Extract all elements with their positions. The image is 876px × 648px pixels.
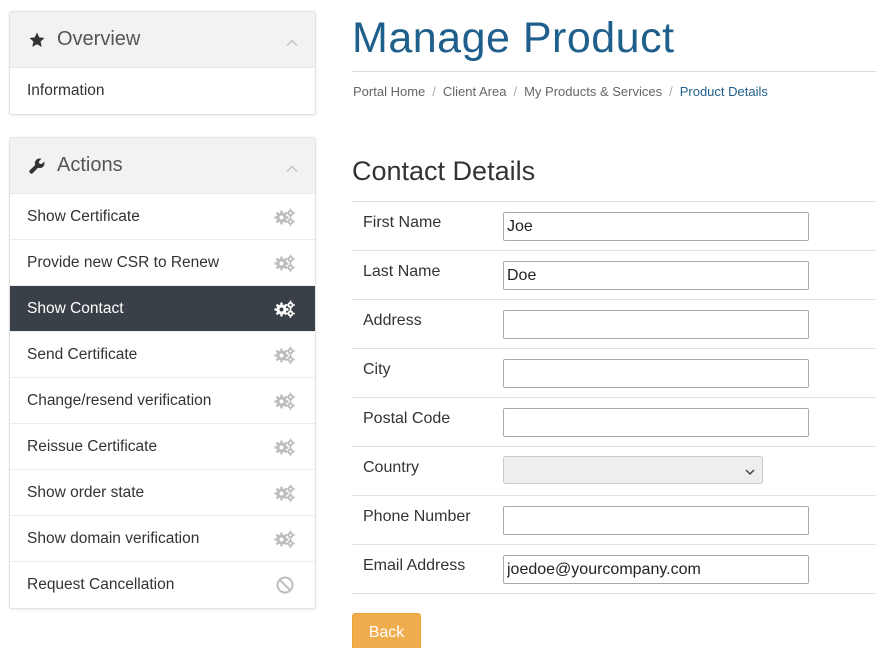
- sidebar-item-send-certificate[interactable]: Send Certificate: [10, 332, 315, 378]
- sidebar-item-label: Show order state: [27, 483, 145, 501]
- breadcrumb-separator: /: [669, 84, 673, 99]
- city-field[interactable]: [503, 359, 809, 388]
- contact-form: First Name Last Name Address City Postal…: [352, 201, 876, 594]
- sidebar-item-label: Information: [27, 82, 105, 99]
- overview-panel-title: Overview: [57, 28, 141, 50]
- phone-number-label: Phone Number: [363, 508, 471, 525]
- sidebar-item-label: Provide new CSR to Renew: [27, 253, 220, 271]
- last-name-field[interactable]: [503, 261, 809, 290]
- breadcrumb: Portal Home / Client Area / My Products & Se…: [353, 84, 768, 99]
- form-row-postal-code: Postal Code: [352, 398, 876, 447]
- ban-icon: [274, 574, 296, 596]
- gears-icon: [274, 528, 296, 550]
- actions-panel: Actions Show Certificate Provide new CSR…: [9, 137, 316, 609]
- breadcrumb-separator: /: [513, 84, 518, 99]
- gears-icon: [274, 252, 296, 274]
- chevron-up-icon[interactable]: [285, 159, 299, 173]
- sidebar-item-label: Reissue Certificate: [27, 437, 158, 455]
- actions-panel-title: Actions: [57, 154, 123, 176]
- sidebar-item-show-order-state[interactable]: Show order state: [10, 470, 315, 516]
- address-label: Address: [363, 312, 422, 329]
- form-row-first-name: First Name: [352, 202, 876, 251]
- gears-icon: [274, 436, 296, 458]
- star-icon: [27, 30, 47, 50]
- breadcrumb-client-area[interactable]: Client Area: [443, 84, 507, 99]
- last-name-label: Last Name: [363, 263, 441, 280]
- sidebar-item-label: Show Certificate: [27, 207, 140, 225]
- sidebar-item-label: Show domain verification: [27, 529, 200, 547]
- sidebar-item-label: Show Contact: [27, 299, 124, 317]
- postal-code-field[interactable]: [503, 408, 809, 437]
- form-row-city: City: [352, 349, 876, 398]
- sidebar-item-label: Send Certificate: [27, 345, 138, 363]
- form-row-address: Address: [352, 300, 876, 349]
- sidebar-item-provide-new-csr[interactable]: Provide new CSR to Renew: [10, 240, 315, 286]
- sidebar-item-request-cancellation[interactable]: Request Cancellation: [10, 562, 315, 608]
- sidebar-item-show-domain-verification[interactable]: Show domain verification: [10, 516, 315, 562]
- country-label: Country: [363, 459, 420, 476]
- chevron-down-icon: [744, 465, 756, 477]
- sidebar-item-label: Change/resend verification: [27, 391, 212, 409]
- gears-icon: [274, 298, 296, 320]
- title-divider: [352, 71, 876, 72]
- breadcrumb-separator: /: [432, 84, 436, 99]
- chevron-up-icon[interactable]: [285, 33, 299, 47]
- sidebar-item-show-certificate[interactable]: Show Certificate: [10, 194, 315, 240]
- gears-icon: [274, 482, 296, 504]
- city-label: City: [363, 361, 391, 378]
- back-button[interactable]: Back: [352, 613, 421, 648]
- breadcrumb-current: Product Details: [679, 84, 768, 99]
- first-name-label: First Name: [363, 214, 442, 231]
- overview-panel-header[interactable]: Overview: [10, 12, 315, 68]
- gears-icon: [274, 390, 296, 412]
- sidebar-item-label: Request Cancellation: [27, 576, 175, 593]
- actions-panel-header[interactable]: Actions: [10, 138, 315, 194]
- country-select[interactable]: [503, 456, 763, 484]
- breadcrumb-portal-home[interactable]: Portal Home: [353, 84, 425, 99]
- email-address-field[interactable]: [503, 555, 809, 584]
- sidebar-item-show-contact[interactable]: Show Contact: [10, 286, 315, 332]
- postal-code-label: Postal Code: [363, 410, 451, 427]
- gears-icon: [274, 344, 296, 366]
- wrench-icon: [27, 156, 47, 176]
- page-title: Manage Product: [352, 14, 675, 62]
- sidebar-item-reissue-certificate[interactable]: Reissue Certificate: [10, 424, 315, 470]
- form-row-last-name: Last Name: [352, 251, 876, 300]
- sidebar-item-change-resend-verification[interactable]: Change/resend verification: [10, 378, 315, 424]
- breadcrumb-my-products[interactable]: My Products & Services: [524, 84, 662, 99]
- phone-number-field[interactable]: [503, 506, 809, 535]
- form-row-phone-number: Phone Number: [352, 496, 876, 545]
- address-field[interactable]: [503, 310, 809, 339]
- first-name-field[interactable]: [503, 212, 809, 241]
- overview-panel: Overview Information: [9, 11, 316, 115]
- form-row-email-address: Email Address: [352, 545, 876, 594]
- email-address-label: Email Address: [363, 557, 466, 574]
- sidebar-item-information[interactable]: Information: [10, 68, 315, 114]
- section-title: Contact Details: [352, 156, 536, 186]
- form-row-country: Country: [352, 447, 876, 496]
- gears-icon: [274, 206, 296, 228]
